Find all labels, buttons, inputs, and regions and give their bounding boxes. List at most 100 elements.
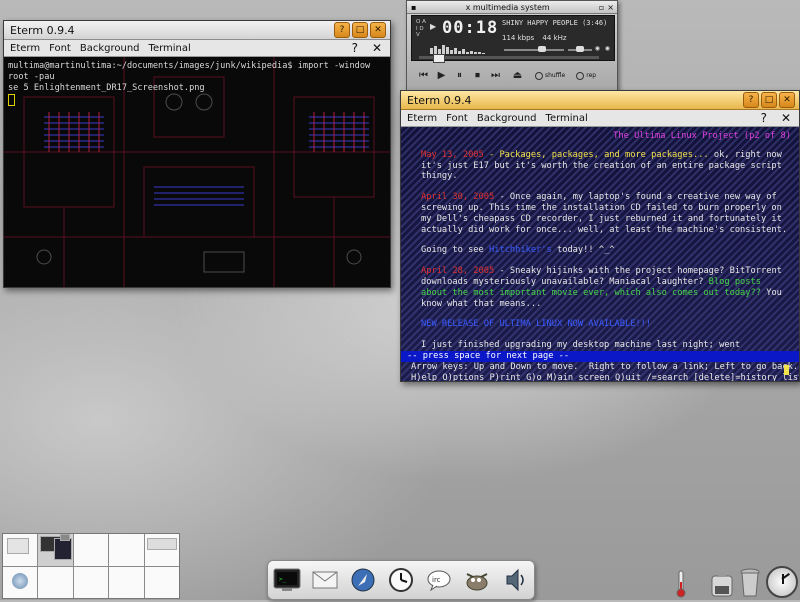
window-title: Eterm 0.9.4 — [10, 23, 75, 37]
mail-icon[interactable] — [310, 565, 340, 595]
entry-text: about the most important movie ever, whi… — [401, 288, 799, 299]
entry-text: You — [760, 287, 782, 298]
pager-desktop-10[interactable] — [144, 566, 179, 598]
menu-eterm[interactable]: Eterm — [407, 113, 437, 124]
pause-icon[interactable]: ⏸ — [453, 69, 466, 82]
analog-clock-icon[interactable] — [766, 566, 798, 598]
help-button[interactable]: ? — [334, 22, 350, 38]
irc-icon[interactable]: irc — [424, 565, 454, 595]
pager-desktop-1[interactable] — [3, 534, 38, 566]
pager-desktop-2[interactable] — [38, 534, 73, 566]
menu-font[interactable]: Font — [446, 113, 468, 124]
entry-text: it's just E17 but it's worth the creatio… — [421, 160, 782, 171]
pager-desktop-9[interactable] — [109, 566, 144, 598]
menu-terminal[interactable]: Terminal — [546, 113, 588, 124]
entry-text: I just finished upgrading my desktop mac… — [421, 340, 741, 351]
balance-slider[interactable] — [576, 46, 584, 52]
xmms-seek-bar[interactable] — [419, 54, 599, 63]
audio-icon[interactable] — [500, 565, 530, 595]
pager-desktop-6[interactable] — [3, 566, 38, 598]
clock-icon[interactable] — [386, 565, 416, 595]
prompt-line-1: multima@martinultima:~/documents/images/… — [8, 61, 371, 82]
pager-desktop-3[interactable] — [73, 534, 109, 566]
terminal-cursor — [8, 94, 15, 106]
next-icon[interactable]: ⏭ — [489, 69, 502, 82]
pager-desktop-5[interactable] — [144, 534, 179, 566]
close-button[interactable]: ✕ — [779, 92, 795, 108]
menu-background[interactable]: Background — [477, 113, 537, 124]
eterm-titlebar[interactable]: Eterm 0.9.4 ? □ ✕ — [4, 21, 390, 40]
lynx-help-line-1: Arrow keys: Up and Down to move. Right t… — [411, 361, 799, 372]
entry-text: - Sneaky hijinks with the project homepa… — [494, 266, 782, 277]
menubar-close-button[interactable]: ✕ — [372, 40, 382, 56]
previous-icon[interactable]: ⏮ — [417, 69, 430, 82]
eterm-menubar: Eterm Font Background Terminal ? ✕ — [4, 40, 390, 57]
stop-icon[interactable]: ⏹ — [471, 69, 484, 82]
menu-font[interactable]: Font — [49, 43, 71, 54]
terminal-output[interactable]: multima@martinultima:~/documents/images/… — [4, 57, 390, 287]
irc-label: irc — [432, 576, 441, 584]
menu-eterm[interactable]: Eterm — [10, 43, 40, 54]
lynx-status-bar: -- press space for next page -- — [401, 350, 799, 362]
page-title: The Ultima Linux Project (p2 of 8) — [613, 131, 791, 141]
eterm-menubar: Eterm Font Background Terminal ? ✕ — [401, 110, 799, 127]
entry-text: downloads mysteriously unavailable? Mani… — [401, 277, 799, 288]
eq-toggle-icon[interactable]: ◉ — [595, 45, 600, 52]
entry-text: Going to see — [421, 245, 489, 256]
entry-text: screwing up. This time the installation … — [421, 202, 782, 213]
help-button[interactable]: ? — [743, 92, 759, 108]
menu-terminal[interactable]: Terminal — [149, 43, 191, 54]
menubar-help-button[interactable]: ? — [761, 110, 767, 126]
browser-icon[interactable] — [348, 565, 378, 595]
hitchhikers-link[interactable]: Hitchhiker's — [489, 245, 552, 255]
xmms-player[interactable]: ▪ x multimedia system ▫ × O A I D V ▶ 00… — [406, 0, 618, 91]
terminal-icon[interactable]: >_ — [272, 565, 302, 595]
menubar-close-button[interactable]: ✕ — [781, 110, 791, 126]
xmms-close-icon[interactable]: × — [607, 3, 614, 12]
eject-icon[interactable]: ⏏ — [511, 69, 524, 82]
xmms-visualizer — [430, 40, 486, 54]
entry-date: May 13, 2005 — [421, 149, 484, 160]
pager-desktop-8[interactable] — [73, 566, 109, 598]
battery-icon[interactable] — [710, 572, 734, 598]
terminal-cursor — [784, 365, 789, 375]
repeat-toggle[interactable]: rep — [576, 71, 597, 80]
pager-desktop-4[interactable] — [109, 534, 144, 566]
close-button[interactable]: ✕ — [370, 22, 386, 38]
shuffle-toggle[interactable]: shuffle — [535, 71, 565, 80]
xmms-side-letters: O A I D V — [416, 19, 426, 38]
xmms-samplerate: 44 kHz — [542, 34, 567, 42]
menu-background[interactable]: Background — [80, 43, 140, 54]
blog-posts-link-cont[interactable]: about the most important movie ever, whi… — [421, 288, 761, 298]
blog-posts-link[interactable]: Blog posts — [709, 277, 761, 287]
repeat-label: rep — [586, 72, 597, 79]
news-entry-2: April 30, 2005 - Once again, my laptop's… — [401, 192, 799, 203]
maximize-button[interactable]: □ — [352, 22, 368, 38]
playlist-toggle-icon[interactable]: ◉ — [605, 45, 610, 52]
news-entry-1: May 13, 2005 - Packages, packages, and m… — [401, 150, 799, 161]
maximize-button[interactable]: □ — [761, 92, 777, 108]
entry-title: - Packages, packages, and more packages.… — [483, 149, 709, 160]
engage-dock: >_ irc — [267, 560, 535, 600]
eterm-window-2[interactable]: Eterm 0.9.4 ? □ ✕ Eterm Font Background … — [400, 90, 800, 382]
trash-icon[interactable] — [739, 566, 761, 598]
gimp-icon[interactable] — [462, 565, 492, 595]
thermometer-icon[interactable] — [676, 570, 686, 598]
menubar-help-button[interactable]: ? — [352, 40, 358, 56]
xmms-bitrate: 114 kbps — [502, 34, 535, 42]
volume-slider-track — [504, 49, 564, 51]
desktop-pager — [2, 533, 180, 599]
entry-date: April 28, 2005 — [421, 266, 495, 277]
eterm-window-1[interactable]: Eterm 0.9.4 ? □ ✕ Eterm Font Background … — [3, 20, 391, 288]
pager-desktop-7[interactable] — [38, 566, 73, 598]
volume-slider[interactable] — [538, 46, 546, 52]
eterm-titlebar[interactable]: Eterm 0.9.4 ? □ ✕ — [401, 91, 799, 110]
seek-bar-position[interactable] — [432, 54, 445, 63]
new-release-link[interactable]: NEW RELEASE OF ULTIMA LINUX NOW AVAILABL… — [401, 319, 799, 330]
play-icon[interactable]: ▶ — [435, 69, 448, 82]
xmms-stream-info: 114 kbps 44 kHz — [502, 34, 567, 42]
xmms-minimize-icon[interactable]: ▫ — [599, 3, 604, 12]
xmms-titlebar[interactable]: ▪ x multimedia system ▫ × — [407, 1, 617, 14]
lynx-browser[interactable]: The Ultima Linux Project (p2 of 8) May 1… — [401, 127, 799, 381]
entry-text: my Dell's cheapass CD recorder, I just r… — [421, 213, 782, 224]
